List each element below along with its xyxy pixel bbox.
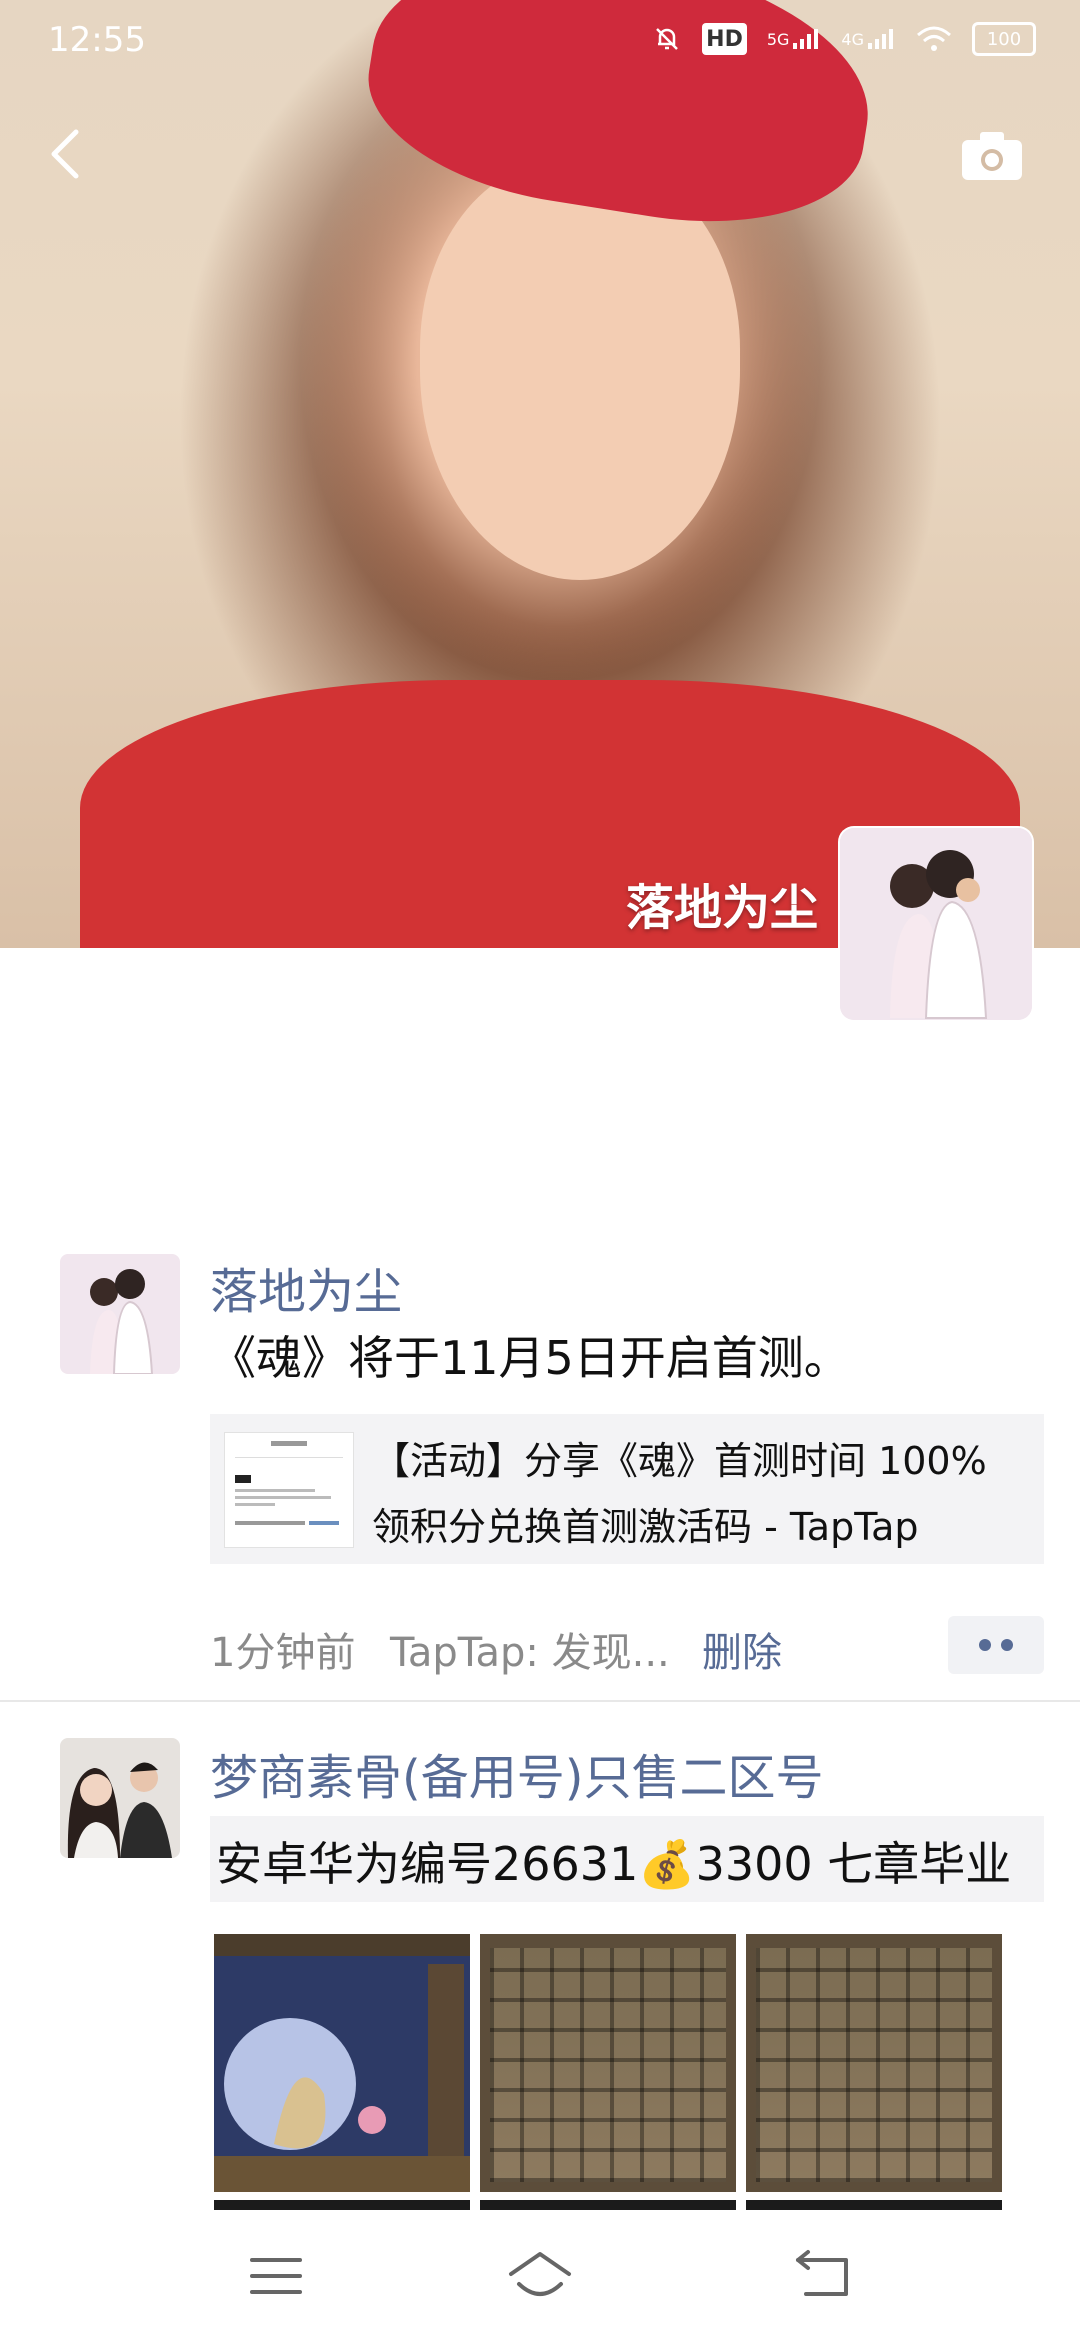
home-icon [509,2252,571,2296]
post-timestamp: 1分钟前 [210,1630,356,1676]
more-dots-icon [979,1639,991,1651]
post-source-app[interactable]: TapTap: 发现... [390,1620,670,1678]
status-icons: HD 5G 4G 100 [652,22,1036,56]
post-author-avatar[interactable] [60,1254,180,1374]
post-author-avatar[interactable] [60,1738,180,1858]
home-button[interactable] [505,2246,575,2306]
camera-button[interactable] [960,126,1024,184]
hd-icon: HD [702,23,747,55]
status-time: 12:55 [48,20,146,60]
more-dots-icon-dot [1001,1639,1013,1651]
delete-post-button[interactable]: 删除 [702,1620,782,1678]
4g-label: 4G [841,29,864,49]
couple-photo-avatar [60,1738,180,1858]
post-image[interactable] [214,1934,470,2192]
camera-icon [962,132,1022,180]
5g-signal-icon: 5G [767,23,822,55]
menu-button[interactable] [242,2246,312,2306]
menu-icon [250,2258,302,2294]
post-divider [0,1700,1080,1702]
inventory-grid [756,1948,992,2182]
5g-label: 5G [766,29,790,49]
couple-avatar-art [60,1254,180,1374]
cover-image[interactable]: 12:55 HD 5G 4G 100 落地为尘 [0,0,1080,948]
cover-username: 落地为尘 [625,880,818,936]
post-text: 《魂》将于11月5日开启首测。 [210,1331,850,1385]
couple-avatar-art [840,828,1032,1020]
shared-link-thumbnail [224,1432,354,1548]
shared-link-card[interactable]: 【活动】分享《魂》首测时间 100% 领积分兑换首测激活码 - TapTap [210,1414,1044,1564]
system-navigation-bar [0,2210,1080,2340]
inventory-grid [490,1948,726,2182]
mute-icon [652,23,682,55]
post-image[interactable] [480,1934,736,2192]
post-text-strip: 安卓华为编号26631💰3300 七章毕业 [210,1816,1044,1902]
cover-face-shape [420,160,740,580]
more-actions-button[interactable] [948,1616,1044,1674]
4g-signal-icon: 4G [841,23,896,55]
back-button[interactable] [38,124,98,184]
post-text: 安卓华为编号26631💰3300 七章毕业 [216,1837,1012,1891]
chevron-left-icon [51,129,79,179]
back-nav-button[interactable] [788,2246,858,2306]
post-author-name[interactable]: 落地为尘 [210,1252,402,1322]
post-author-name[interactable]: 梦商素骨(备用号)只售二区号 [210,1738,823,1808]
battery-icon: 100 [972,22,1036,56]
wifi-icon [916,23,952,55]
game-screenshot-art [214,1934,470,2192]
article-thumbnail-art [235,1441,343,1525]
profile-avatar[interactable] [840,828,1032,1020]
status-bar: 12:55 HD 5G 4G 100 [0,0,1080,90]
post-image[interactable] [746,1934,1002,2192]
back-arrow-icon [796,2250,848,2296]
shared-link-title: 【活动】分享《魂》首测时间 100% 领积分兑换首测激活码 - TapTap [372,1439,987,1549]
